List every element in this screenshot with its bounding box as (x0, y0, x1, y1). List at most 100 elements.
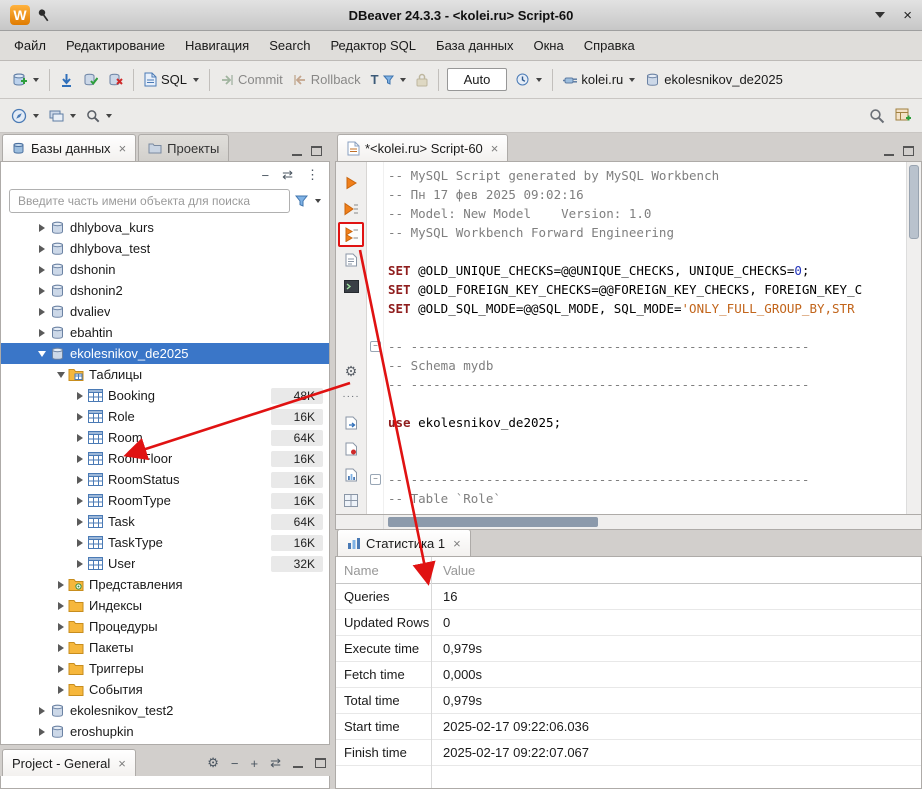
close-window-icon[interactable]: × (903, 8, 912, 23)
tree-node-room[interactable]: Room64K (1, 427, 329, 448)
rollback-button[interactable]: Rollback (288, 69, 366, 90)
tree-node-node-21[interactable]: Триггеры (1, 658, 329, 679)
collapse-arrow-icon[interactable] (35, 347, 48, 360)
minimize-view-icon[interactable] (292, 146, 302, 156)
quick-search-button[interactable] (864, 105, 890, 127)
menu-item-0[interactable]: Файл (4, 34, 56, 57)
collapse-arrow-icon[interactable] (54, 368, 67, 381)
menu-item-6[interactable]: Окна (523, 34, 573, 57)
expand-arrow-icon[interactable] (73, 494, 86, 507)
connection-selector[interactable]: kolei.ru (558, 69, 640, 90)
tab-databases[interactable]: Базы данных × (2, 134, 136, 161)
expand-arrow-icon[interactable] (54, 620, 67, 633)
expand-arrow-icon[interactable] (54, 641, 67, 654)
tree-node-node-22[interactable]: События (1, 679, 329, 700)
tree-node-node-17[interactable]: Представления (1, 574, 329, 595)
pending-transactions-button[interactable] (411, 70, 433, 90)
expand-arrow-icon[interactable] (73, 452, 86, 465)
expand-arrow-icon[interactable] (35, 284, 48, 297)
tab-project-general[interactable]: Project - General × (2, 749, 136, 776)
tree-node-roomtype[interactable]: RoomType16K (1, 490, 329, 511)
tree-node-task[interactable]: Task64K (1, 511, 329, 532)
tab-statistics[interactable]: Статистика 1 × (337, 529, 471, 556)
tree-node-dshonin[interactable]: dshonin (1, 259, 329, 280)
tree-node-node-20[interactable]: Пакеты (1, 637, 329, 658)
tree-node-user[interactable]: User32K (1, 553, 329, 574)
tree-node-dshonin2[interactable]: dshonin2 (1, 280, 329, 301)
tab-sql-script[interactable]: *<kolei.ru> Script-60 × (337, 134, 508, 161)
expand-arrow-icon[interactable] (35, 263, 48, 276)
tree-node-dvaliev[interactable]: dvaliev (1, 301, 329, 322)
titlebar[interactable]: W DBeaver 24.3.3 - <kolei.ru> Script-60 … (0, 0, 922, 31)
maximize-view-icon[interactable] (903, 146, 914, 156)
editor-horizontal-scrollbar[interactable] (384, 515, 921, 529)
stats-row[interactable]: Fetch time0,000s (336, 662, 921, 688)
tree-node-node-18[interactable]: Индексы (1, 595, 329, 616)
sql-editor-button[interactable]: SQL (139, 69, 204, 90)
connect-button[interactable] (55, 70, 78, 90)
pin-icon[interactable] (35, 5, 53, 24)
layers-button[interactable] (44, 106, 81, 126)
tree-node-roomstatus[interactable]: RoomStatus16K (1, 469, 329, 490)
tree-node-roomfloor[interactable]: RoomFloor16K (1, 448, 329, 469)
execute-new-tab-button[interactable] (338, 196, 364, 222)
execute-script-button[interactable] (338, 222, 364, 247)
expand-arrow-icon[interactable] (73, 410, 86, 423)
compass-button[interactable] (6, 105, 44, 127)
minimize-view-icon[interactable] (293, 758, 303, 768)
link-with-editor-icon[interactable]: ⇄ (270, 755, 281, 771)
expand-arrow-icon[interactable] (54, 683, 67, 696)
commit-button[interactable]: Commit (215, 69, 288, 90)
filter-caret-icon[interactable] (315, 199, 321, 203)
tab-projects[interactable]: Проекты (138, 134, 229, 161)
tree-node-booking[interactable]: Booking48K (1, 385, 329, 406)
collapse-all-icon[interactable]: − (262, 168, 270, 183)
object-search-input[interactable] (9, 189, 290, 213)
expand-arrow-icon[interactable] (35, 242, 48, 255)
menu-item-4[interactable]: Редактор SQL (320, 34, 426, 57)
save-script-button[interactable] (338, 436, 364, 462)
expand-arrow-icon[interactable] (35, 221, 48, 234)
more-actions-button[interactable]: ···· (338, 384, 364, 410)
expand-arrow-icon[interactable] (54, 578, 67, 591)
maximize-view-icon[interactable] (311, 146, 322, 156)
collapse-all-icon[interactable]: − (231, 756, 239, 771)
transaction-timeout-button[interactable] (510, 69, 547, 90)
editor-settings-button[interactable]: ⚙ (338, 358, 364, 384)
open-console-button[interactable] (338, 273, 364, 299)
expand-arrow-icon[interactable] (35, 704, 48, 717)
tree-node-ebahtin[interactable]: ebahtin (1, 322, 329, 343)
database-selector[interactable]: ekolesnikov_de2025 (640, 69, 788, 90)
scrollbar-thumb[interactable] (909, 165, 919, 239)
tree-node-ekolesnikov-de2025[interactable]: ekolesnikov_de2025 (1, 343, 329, 364)
menu-item-7[interactable]: Справка (574, 34, 645, 57)
tree-node-ekolesnikov-test2[interactable]: ekolesnikov_test2 (1, 700, 329, 721)
menu-item-1[interactable]: Редактирование (56, 34, 175, 57)
layout-button[interactable] (338, 488, 364, 514)
search-menu-button[interactable] (81, 106, 117, 126)
analyze-script-button[interactable] (338, 462, 364, 488)
expand-arrow-icon[interactable] (73, 557, 86, 570)
sql-editor-content[interactable]: -- MySQL Script generated by MySQL Workb… (384, 162, 906, 514)
minimize-view-icon[interactable] (884, 146, 894, 156)
close-tab-icon[interactable]: × (491, 142, 499, 155)
explain-plan-button[interactable] (338, 247, 364, 273)
expand-arrow-icon[interactable] (35, 305, 48, 318)
stats-row[interactable]: Execute time0,979s (336, 636, 921, 662)
new-connection-button[interactable] (6, 69, 44, 90)
expand-arrow-icon[interactable] (73, 431, 86, 444)
expand-arrow-icon[interactable] (73, 515, 86, 528)
menu-item-5[interactable]: База данных (426, 34, 523, 57)
close-tab-icon[interactable]: × (453, 537, 461, 550)
stats-row[interactable]: Queries16 (336, 584, 921, 610)
shade-window-icon[interactable] (875, 12, 885, 18)
tree-node-node-19[interactable]: Процедуры (1, 616, 329, 637)
tree-node-tasktype[interactable]: TaskType16K (1, 532, 329, 553)
maximize-view-icon[interactable] (315, 758, 326, 768)
scrollbar-thumb[interactable] (388, 517, 598, 527)
expand-arrow-icon[interactable] (35, 725, 48, 738)
menu-item-2[interactable]: Навигация (175, 34, 259, 57)
tree-node-dhlybova-test[interactable]: dhlybova_test (1, 238, 329, 259)
gear-icon[interactable]: ⚙ (207, 755, 219, 771)
stats-row[interactable]: Start time2025-02-17 09:22:06.036 (336, 714, 921, 740)
